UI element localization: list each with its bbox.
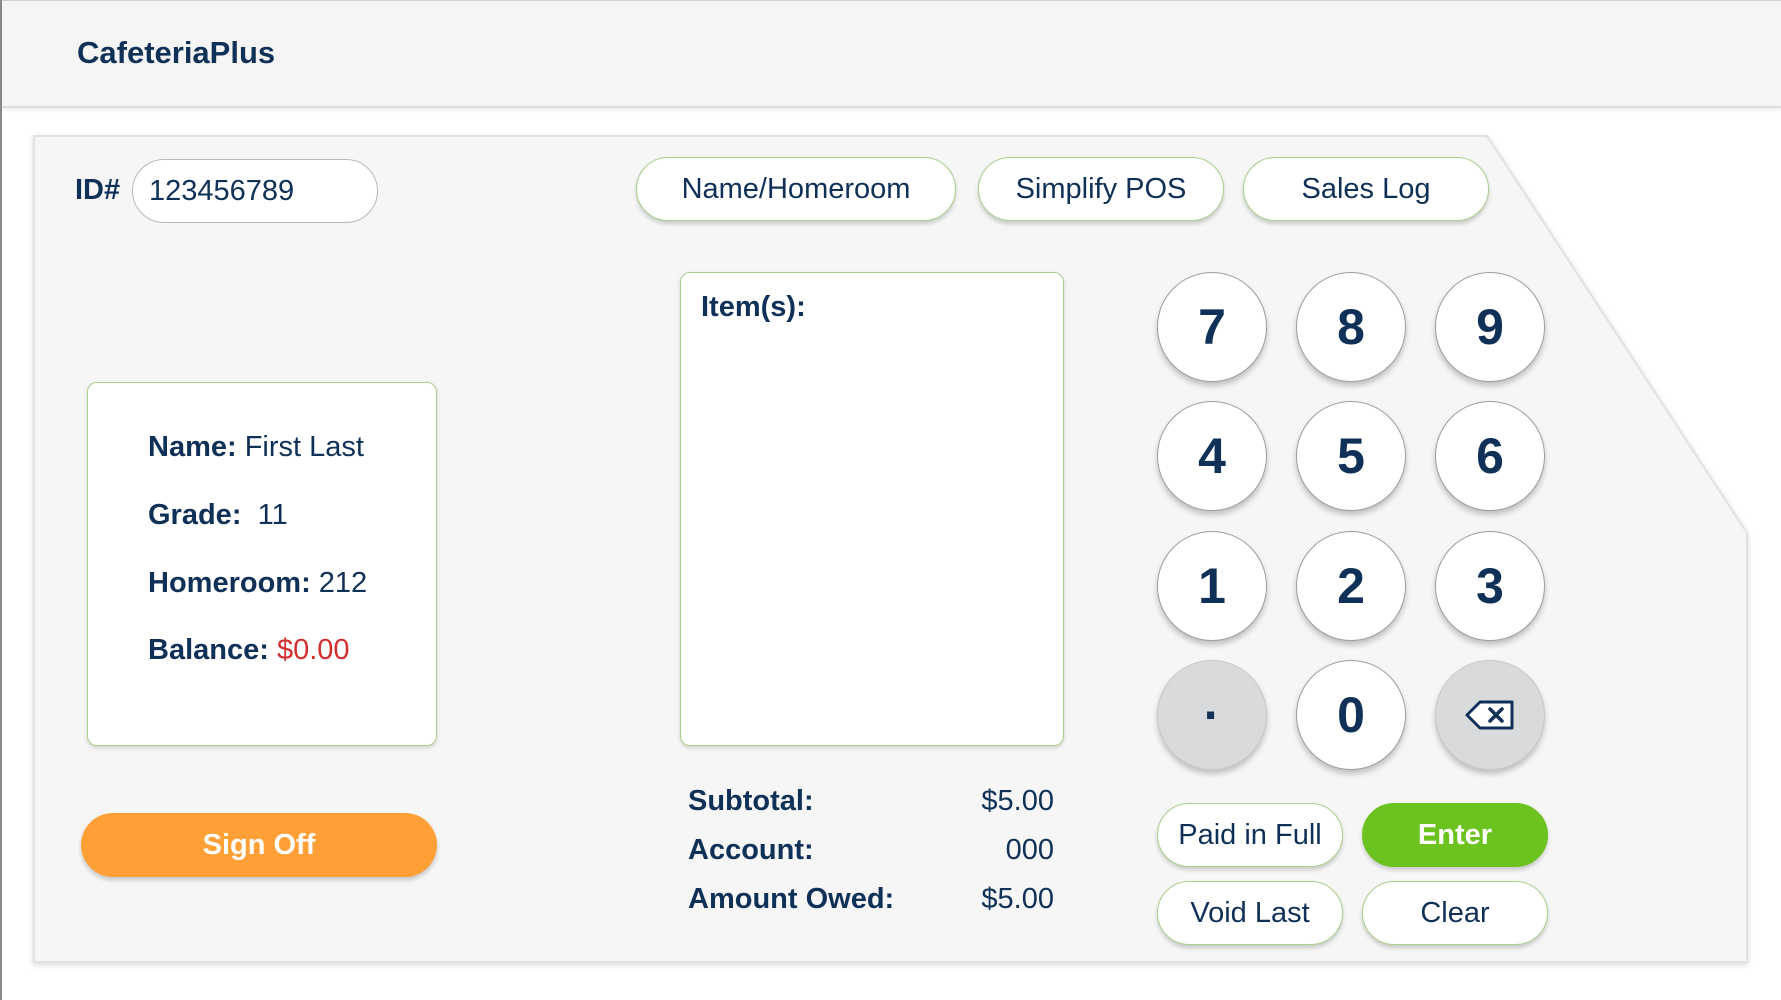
account-label: Account:: [688, 834, 814, 866]
student-balance: Balance: $0.00: [148, 634, 350, 666]
key-9[interactable]: 9: [1435, 272, 1545, 382]
key-3[interactable]: 3: [1435, 531, 1545, 641]
items-label: Item(s):: [701, 291, 806, 323]
enter-button[interactable]: Enter: [1362, 803, 1548, 867]
sign-off-button[interactable]: Sign Off: [81, 813, 437, 877]
account-value: 000: [1005, 834, 1054, 866]
key-decimal[interactable]: ·: [1157, 660, 1267, 770]
id-input[interactable]: [132, 159, 378, 223]
paid-in-full-button[interactable]: Paid in Full: [1157, 803, 1343, 867]
name-homeroom-button[interactable]: Name/Homeroom: [636, 157, 956, 221]
clear-button[interactable]: Clear: [1362, 881, 1548, 945]
subtotal-label: Subtotal:: [688, 785, 814, 817]
key-2[interactable]: 2: [1296, 531, 1406, 641]
student-name: Name: First Last: [148, 431, 364, 463]
amount-owed-value: $5.00: [981, 883, 1054, 915]
student-grade: Grade: 11: [148, 499, 288, 531]
balance-value: $0.00: [276, 634, 350, 666]
key-5[interactable]: 5: [1296, 401, 1406, 511]
id-label: ID#: [75, 174, 121, 206]
backspace-icon: [1465, 700, 1514, 730]
key-1[interactable]: 1: [1157, 531, 1267, 641]
sales-log-button[interactable]: Sales Log: [1243, 157, 1489, 221]
key-6[interactable]: 6: [1435, 401, 1545, 511]
amount-owed-label: Amount Owed:: [688, 883, 895, 915]
void-last-button[interactable]: Void Last: [1157, 881, 1343, 945]
subtotal-value: $5.00: [981, 785, 1054, 817]
key-7[interactable]: 7: [1157, 272, 1267, 382]
backspace-button[interactable]: [1435, 660, 1545, 770]
student-info-card: Name: First Last Grade: 11 Homeroom: 212…: [87, 382, 437, 746]
simplify-pos-button[interactable]: Simplify POS: [978, 157, 1224, 221]
student-homeroom: Homeroom: 212: [148, 567, 368, 599]
items-list: Item(s):: [680, 272, 1064, 746]
key-0[interactable]: 0: [1296, 660, 1406, 770]
key-8[interactable]: 8: [1296, 272, 1406, 382]
key-4[interactable]: 4: [1157, 401, 1267, 511]
